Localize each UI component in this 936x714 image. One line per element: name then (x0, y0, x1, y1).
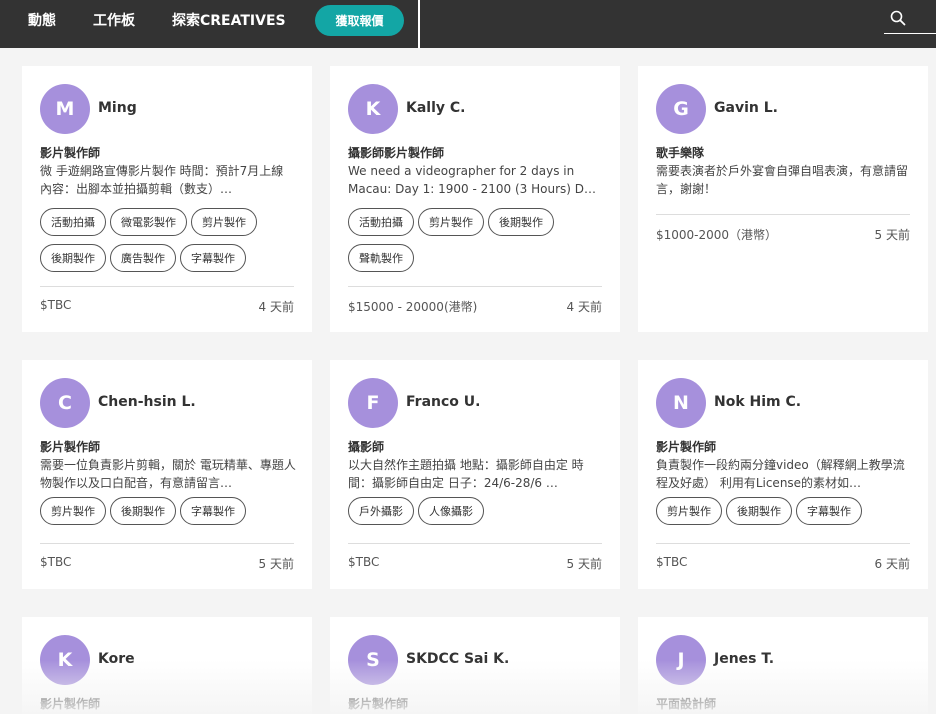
avatar[interactable]: N (656, 378, 706, 428)
skill-tag[interactable]: 活動拍攝 (40, 208, 106, 236)
posted-time: 4 天前 (566, 300, 602, 314)
budget-text: $15000 - 20000(港幣) (348, 300, 478, 314)
tag-list: 剪片製作 後期製作 字幕製作 (656, 497, 916, 525)
job-role: 攝影師影片製作師 (348, 146, 445, 160)
job-description: 負責製作一段約兩分鐘video（解釋網上教學流程及好處） 利用有License的… (656, 458, 905, 490)
card-divider (656, 214, 910, 215)
skill-tag[interactable]: 微電影製作 (110, 208, 187, 236)
skill-tag[interactable]: 廣告製作 (110, 244, 176, 272)
tag-list: 剪片製作 後期製作 字幕製作 (40, 497, 300, 525)
card-divider (40, 286, 294, 287)
tag-list: 戶外攝影 人像攝影 (348, 497, 608, 525)
search-icon[interactable] (890, 10, 906, 26)
job-card[interactable]: G Gavin L. 歌手樂隊需要表演者於戶外宴會自彈自唱表演，有意請留言，謝謝！ $… (638, 66, 928, 332)
skill-tag[interactable]: 後期製作 (110, 497, 176, 525)
job-card[interactable]: F Franco U. 攝影師以大自然作主題拍攝 地點：攝影師自由定 時間：攝影師自… (330, 360, 620, 589)
avatar[interactable]: F (348, 378, 398, 428)
top-nav-bar: 動態 工作板 探索CREATIVES 獲取報價 (0, 0, 936, 48)
job-description: 需要一位負責影片剪輯，關於 電玩精華、專題人物製作以及口白配音，有意請留言… (40, 458, 296, 490)
skill-tag[interactable]: 聲軌製作 (348, 244, 414, 272)
nav-link-explore-creatives[interactable]: 探索CREATIVES (172, 12, 286, 30)
avatar[interactable]: K (348, 84, 398, 134)
job-role: 影片製作師 (40, 146, 101, 160)
skill-tag[interactable]: 剪片製作 (418, 208, 484, 236)
client-name[interactable]: Chen-hsin L. (98, 394, 196, 410)
skill-tag[interactable]: 剪片製作 (656, 497, 722, 525)
posted-time: 5 天前 (258, 557, 294, 571)
client-name[interactable]: SKDCC Sai K. (406, 651, 509, 667)
client-name[interactable]: Jenes T. (714, 651, 774, 667)
skill-tag[interactable]: 剪片製作 (40, 497, 106, 525)
get-quote-button[interactable]: 獲取報價 (315, 5, 404, 36)
avatar[interactable]: G (656, 84, 706, 134)
job-role: 歌手樂隊 (656, 146, 705, 160)
card-divider (348, 543, 602, 544)
search-box[interactable] (884, 0, 936, 34)
job-role: 影片製作師 (40, 697, 101, 711)
skill-tag[interactable]: 活動拍攝 (348, 208, 414, 236)
nav-divider (418, 0, 420, 48)
job-description: 以大自然作主題拍攝 地點：攝影師自由定 時間：攝影師自由定 日子：24/6-28… (348, 458, 584, 490)
skill-tag[interactable]: 後期製作 (726, 497, 792, 525)
client-name[interactable]: Franco U. (406, 394, 480, 410)
job-role: 影片製作師 (656, 440, 717, 454)
avatar[interactable]: J (656, 635, 706, 685)
skill-tag[interactable]: 剪片製作 (191, 208, 257, 236)
nav-link-activity[interactable]: 動態 (28, 12, 56, 30)
client-name[interactable]: Nok Him C. (714, 394, 801, 410)
avatar[interactable]: C (40, 378, 90, 428)
job-role: 平面設計師 (656, 697, 717, 711)
avatar[interactable]: K (40, 635, 90, 685)
job-card[interactable]: J Jenes T. 平面設計師 (638, 617, 928, 714)
skill-tag[interactable]: 後期製作 (40, 244, 106, 272)
job-role: 攝影師 (348, 440, 385, 454)
job-role: 影片製作師 (40, 440, 101, 454)
job-card[interactable]: M Ming 影片製作師微 手遊網路宣傳影片製作 時間：預計7月上線 內容：出腳本並… (22, 66, 312, 332)
job-description: 需要表演者於戶外宴會自彈自唱表演，有意請留言，謝謝！ (656, 164, 909, 196)
nav-link-job-board[interactable]: 工作板 (93, 12, 135, 30)
posted-time: 4 天前 (258, 300, 294, 314)
posted-time: 6 天前 (874, 557, 910, 571)
client-name[interactable]: Kally C. (406, 100, 466, 116)
client-name[interactable]: Kore (98, 651, 135, 667)
job-card[interactable]: N Nok Him C. 影片製作師負責製作一段約兩分鐘video（解釋網上教學流程… (638, 360, 928, 589)
skill-tag[interactable]: 人像攝影 (418, 497, 484, 525)
skill-tag[interactable]: 字幕製作 (796, 497, 862, 525)
job-role: 影片製作師 (348, 697, 409, 711)
budget-text: $TBC (40, 298, 72, 312)
skill-tag[interactable]: 戶外攝影 (348, 497, 414, 525)
skill-tag[interactable]: 後期製作 (488, 208, 554, 236)
tag-list: 活動拍攝 剪片製作 後期製作聲軌製作 (348, 208, 608, 272)
budget-text: $TBC (656, 555, 688, 569)
skill-tag[interactable]: 字幕製作 (180, 497, 246, 525)
job-card[interactable]: C Chen-hsin L. 影片製作師需要一位負責影片剪輯，關於 電玩精華、專題人… (22, 360, 312, 589)
posted-time: 5 天前 (874, 228, 910, 242)
card-divider (40, 543, 294, 544)
avatar[interactable]: M (40, 84, 90, 134)
card-divider (656, 543, 910, 544)
client-name[interactable]: Ming (98, 100, 137, 116)
job-card[interactable]: S SKDCC Sai K. 影片製作師 (330, 617, 620, 714)
tag-list: 活動拍攝 微電影製作 剪片製作後期製作 廣告製作 字幕製作 (40, 208, 300, 272)
client-name[interactable]: Gavin L. (714, 100, 778, 116)
avatar[interactable]: S (348, 635, 398, 685)
card-divider (348, 286, 602, 287)
posted-time: 5 天前 (566, 557, 602, 571)
job-description: 微 手遊網路宣傳影片製作 時間：預計7月上線 內容：出腳本並拍攝剪輯（數支）… (40, 164, 284, 196)
job-card[interactable]: K Kally C. 攝影師影片製作師 We need a videographer … (330, 66, 620, 332)
job-description: We need a videographer for 2 days in Mac… (348, 164, 596, 196)
budget-text: $TBC (40, 555, 72, 569)
budget-text: $TBC (348, 555, 380, 569)
budget-text: $1000-2000（港幣） (656, 228, 778, 242)
skill-tag[interactable]: 字幕製作 (180, 244, 246, 272)
job-card[interactable]: K Kore 影片製作師 (22, 617, 312, 714)
